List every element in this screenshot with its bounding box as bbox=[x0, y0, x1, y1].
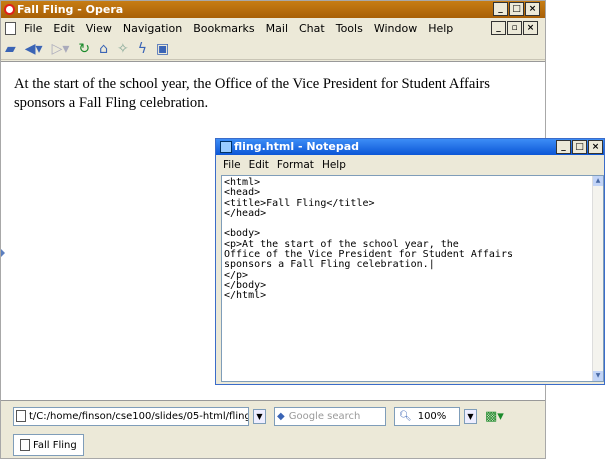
tab-bar: Fall Fling bbox=[1, 431, 545, 459]
close-icon[interactable]: × bbox=[588, 140, 603, 154]
opera-title-bar[interactable]: Fall Fling - Opera _ □ × bbox=[1, 1, 545, 18]
page-icon bbox=[20, 439, 30, 451]
close-icon[interactable]: × bbox=[525, 2, 540, 16]
menu-bookmarks[interactable]: Bookmarks bbox=[193, 22, 254, 35]
tab-label: Fall Fling bbox=[33, 439, 77, 451]
back-icon[interactable]: ◀▾ bbox=[25, 41, 43, 57]
menu-navigation[interactable]: Navigation bbox=[123, 22, 182, 35]
zoom-value: 100% bbox=[417, 410, 447, 422]
address-text: t/C:/home/finson/cse100/slides/05-html/f… bbox=[29, 410, 249, 422]
opera-toolbar: ▰ ◀▾ ▷▾ ↻ ⌂ ✧ ϟ ▣ bbox=[1, 38, 545, 60]
search-placeholder: Google search bbox=[288, 410, 361, 422]
maximize-icon[interactable]: □ bbox=[509, 2, 524, 16]
menu-edit[interactable]: Edit bbox=[249, 159, 269, 171]
doc-close-icon[interactable]: × bbox=[523, 21, 538, 35]
menu-help[interactable]: Help bbox=[428, 22, 453, 35]
opera-logo-icon bbox=[4, 4, 15, 15]
page-icon bbox=[5, 21, 16, 35]
panel-toggle-icon[interactable] bbox=[1, 249, 5, 257]
page-paragraph: At the start of the school year, the Off… bbox=[14, 76, 490, 111]
doc-restore-icon[interactable]: ▫ bbox=[507, 21, 522, 35]
zoom-dropdown-icon[interactable]: ▼ bbox=[464, 408, 477, 424]
menu-mail[interactable]: Mail bbox=[266, 22, 288, 35]
page-icon bbox=[16, 410, 26, 422]
maximize-icon[interactable]: □ bbox=[572, 140, 587, 154]
zoom-field[interactable]: 🔍︎ 100% bbox=[394, 406, 460, 426]
address-field[interactable]: t/C:/home/finson/cse100/slides/05-html/f… bbox=[13, 406, 249, 426]
notepad-title-bar[interactable]: fling.html - Notepad _ □ × bbox=[216, 139, 604, 155]
magnifier-icon: 🔍︎ bbox=[399, 410, 412, 422]
search-engine-icon: ◆ bbox=[277, 410, 285, 422]
notepad-text[interactable]: <html> <head> <title>Fall Fling</title> … bbox=[224, 177, 513, 302]
minimize-icon[interactable]: _ bbox=[556, 140, 571, 154]
menu-tools[interactable]: Tools bbox=[336, 22, 363, 35]
notepad-menubar: File Edit Format Help bbox=[216, 155, 604, 174]
menu-file[interactable]: File bbox=[223, 159, 241, 171]
notepad-icon bbox=[220, 141, 232, 153]
menu-window[interactable]: Window bbox=[374, 22, 417, 35]
address-dropdown-icon[interactable]: ▼ bbox=[253, 408, 266, 424]
menu-edit[interactable]: Edit bbox=[53, 22, 74, 35]
opera-title: Fall Fling - Opera bbox=[17, 3, 124, 16]
menu-format[interactable]: Format bbox=[277, 159, 314, 171]
opera-address-bar: t/C:/home/finson/cse100/slides/05-html/f… bbox=[1, 401, 545, 431]
notepad-title: fling.html - Notepad bbox=[234, 140, 360, 153]
minimize-icon[interactable]: _ bbox=[493, 2, 508, 16]
search-field[interactable]: ◆ Google search bbox=[274, 406, 386, 426]
lightning-icon[interactable]: ϟ bbox=[138, 41, 147, 57]
menu-view[interactable]: View bbox=[86, 22, 112, 35]
scroll-up-icon[interactable]: ▲ bbox=[593, 176, 603, 186]
scroll-down-icon[interactable]: ▼ bbox=[593, 371, 603, 381]
view-mode-icon[interactable]: ▩▾ bbox=[485, 409, 504, 424]
menu-chat[interactable]: Chat bbox=[299, 22, 325, 35]
wand-icon[interactable]: ✧ bbox=[117, 41, 129, 57]
menu-file[interactable]: File bbox=[24, 22, 42, 35]
doc-minimize-icon[interactable]: _ bbox=[491, 21, 506, 35]
opera-menubar: File Edit View Navigation Bookmarks Mail… bbox=[1, 18, 545, 38]
open-folder-icon[interactable]: ▰ bbox=[5, 41, 16, 57]
notepad-window: fling.html - Notepad _ □ × File Edit For… bbox=[215, 138, 605, 385]
reload-icon[interactable]: ↻ bbox=[78, 41, 90, 57]
save-icon[interactable]: ▣ bbox=[156, 41, 169, 57]
forward-icon[interactable]: ▷▾ bbox=[52, 41, 70, 57]
tab-fall-fling[interactable]: Fall Fling bbox=[13, 434, 84, 456]
notepad-editor[interactable]: <html> <head> <title>Fall Fling</title> … bbox=[221, 175, 604, 382]
home-icon[interactable]: ⌂ bbox=[99, 41, 108, 57]
vertical-scrollbar[interactable]: ▲ ▼ bbox=[592, 176, 603, 381]
menu-help[interactable]: Help bbox=[322, 159, 346, 171]
